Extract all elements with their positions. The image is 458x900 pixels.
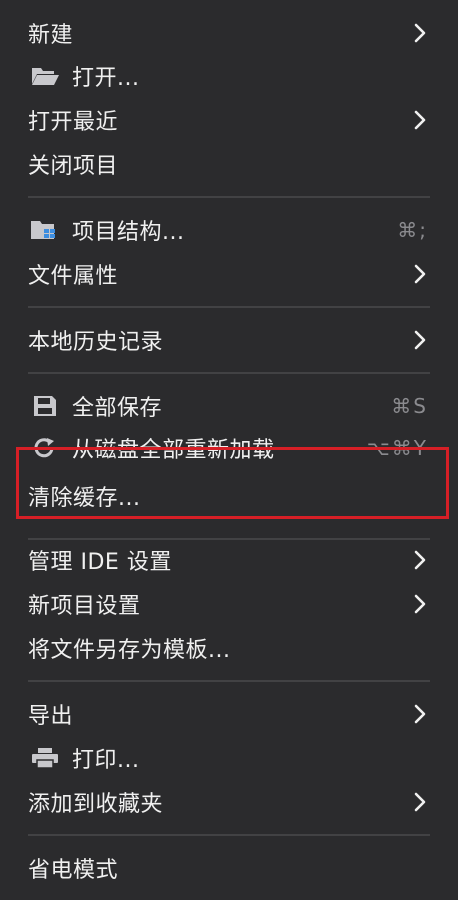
menu-item-new[interactable]: 新建 bbox=[0, 11, 458, 55]
menu-item-reload-from-disk[interactable]: 从磁盘全部重新加载 ⌥⌘Y bbox=[0, 428, 458, 468]
menu-item-project-structure[interactable]: 项目结构... ⌘; bbox=[0, 208, 458, 252]
menu-item-add-to-favorites[interactable]: 添加到收藏夹 bbox=[0, 780, 458, 824]
menu-separator bbox=[28, 196, 430, 198]
menu-item-label: 打开最近 bbox=[28, 110, 119, 135]
menu-item-manage-ide-settings[interactable]: 管理 IDE 设置 bbox=[0, 538, 458, 582]
menu-item-local-history[interactable]: 本地历史记录 bbox=[0, 318, 458, 362]
menu-item-label: 新项目设置 bbox=[28, 594, 141, 619]
menu-item-save-all[interactable]: 全部保存 ⌘S bbox=[0, 384, 458, 428]
menu-item-export[interactable]: 导出 bbox=[0, 692, 458, 736]
chevron-right-icon bbox=[410, 702, 430, 726]
printer-icon bbox=[30, 747, 60, 769]
menu-item-label: 全部保存 bbox=[72, 396, 163, 421]
menu-item-label: 打开... bbox=[72, 66, 140, 91]
menu-item-label: 添加到收藏夹 bbox=[28, 792, 164, 817]
reload-icon bbox=[30, 437, 60, 459]
menu-separator bbox=[28, 680, 430, 682]
menu-item-new-project-settings[interactable]: 新项目设置 bbox=[0, 582, 458, 626]
menu-item-label: 从磁盘全部重新加载 bbox=[72, 438, 275, 463]
menu-item-file-properties[interactable]: 文件属性 bbox=[0, 252, 458, 296]
menu-item-label: 新建 bbox=[28, 23, 74, 48]
save-icon bbox=[30, 395, 60, 417]
chevron-right-icon bbox=[410, 108, 430, 132]
chevron-right-icon bbox=[410, 21, 430, 45]
menu-separator bbox=[28, 372, 430, 374]
menu-item-label: 管理 IDE 设置 bbox=[28, 550, 172, 575]
chevron-right-icon bbox=[410, 790, 430, 814]
menu-item-label: 本地历史记录 bbox=[28, 330, 164, 355]
project-structure-icon bbox=[30, 219, 60, 241]
menu-item-label: 导出 bbox=[28, 704, 74, 729]
chevron-right-icon bbox=[410, 328, 430, 352]
menu-separator bbox=[28, 306, 430, 308]
menu-item-invalidate-caches[interactable]: 清除缓存... bbox=[0, 474, 458, 518]
menu-item-open[interactable]: 打开... bbox=[0, 54, 458, 98]
menu-item-save-as-template[interactable]: 将文件另存为模板... bbox=[0, 626, 458, 670]
file-menu: 新建 打开... 打开最近 关闭项目 项目结构... ⌘; 文件属性 本地历史记… bbox=[0, 0, 458, 900]
folder-open-icon bbox=[30, 65, 60, 87]
menu-separator bbox=[28, 834, 430, 836]
menu-item-label: 项目结构... bbox=[72, 220, 185, 245]
menu-item-label: 清除缓存... bbox=[28, 486, 141, 511]
shortcut-label: ⌥⌘Y bbox=[366, 436, 428, 460]
menu-item-print[interactable]: 打印... bbox=[0, 736, 458, 780]
menu-item-label: 打印... bbox=[72, 748, 140, 773]
menu-item-label: 文件属性 bbox=[28, 264, 119, 289]
menu-item-open-recent[interactable]: 打开最近 bbox=[0, 98, 458, 142]
chevron-right-icon bbox=[410, 592, 430, 616]
menu-item-label: 将文件另存为模板... bbox=[28, 638, 231, 663]
menu-item-power-save-mode[interactable]: 省电模式 bbox=[0, 846, 458, 890]
chevron-right-icon bbox=[410, 548, 430, 572]
shortcut-label: ⌘S bbox=[391, 394, 428, 418]
shortcut-label: ⌘; bbox=[397, 218, 428, 242]
menu-item-close-project[interactable]: 关闭项目 bbox=[0, 142, 458, 186]
menu-item-label: 关闭项目 bbox=[28, 154, 119, 179]
chevron-right-icon bbox=[410, 262, 430, 286]
menu-item-label: 省电模式 bbox=[28, 858, 119, 883]
